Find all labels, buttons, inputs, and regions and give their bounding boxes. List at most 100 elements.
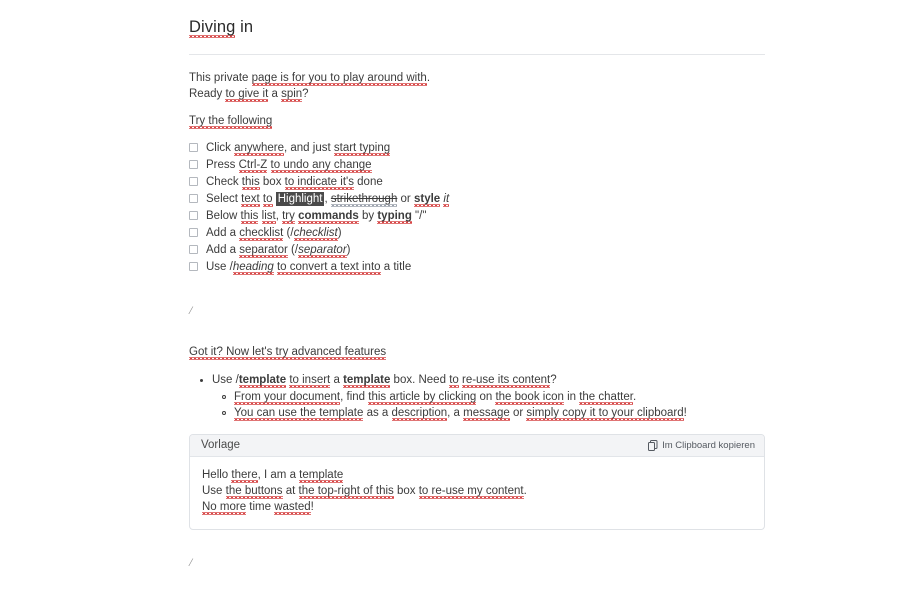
checklist-item: Select text to Highlight, strikethrough …: [189, 191, 765, 207]
checkbox-3[interactable]: [189, 194, 198, 204]
template-box-body[interactable]: Hello there, I am a template Use the but…: [190, 457, 764, 529]
tpl-l2-f: to re-use my content: [418, 484, 524, 497]
text-run-5: in: [563, 390, 580, 403]
text-run-4: a: [330, 374, 344, 387]
tpl-l2-g: .: [523, 484, 527, 497]
checklist-item-label: Click anywhere, and just start typing: [206, 140, 391, 156]
tpl-l1-b: there: [231, 468, 258, 481]
text-run-11: it: [443, 193, 450, 206]
text-run-5: Highlight: [275, 192, 325, 207]
text-run-8: by: [358, 210, 378, 223]
intro-text-underlined: page is for you to play around with: [251, 72, 427, 85]
list-item: You can use the template as a descriptio…: [189, 405, 765, 422]
list-item-label: Use /template to insert a template box. …: [212, 372, 557, 389]
slash-separator-2: /: [189, 554, 193, 569]
article-body: Diving in This private page is for you t…: [189, 0, 765, 591]
text-run-7: !: [683, 407, 687, 420]
text-run-1: heading: [232, 261, 274, 274]
text-run-2: (/: [283, 227, 294, 240]
text-run-1: text: [241, 193, 260, 206]
checkbox-5[interactable]: [189, 228, 198, 238]
text-run-6: box. Need: [390, 374, 450, 387]
text-run-10: "/": [411, 210, 427, 223]
text-run-6: simply copy it to your clipboard: [526, 407, 684, 420]
text-run-2: box: [259, 176, 285, 189]
tpl-l1-c: , I am a: [257, 468, 300, 481]
checkbox-7[interactable]: [189, 262, 198, 272]
tpl-l3-c: wasted: [274, 500, 311, 513]
page-title: Diving in: [189, 0, 765, 38]
text-run-1: , find: [340, 390, 369, 403]
page-title-rest: in: [235, 18, 254, 36]
list-item: Use /template to insert a template box. …: [189, 372, 765, 389]
checklist-item-label: Add a separator (/separator): [206, 242, 351, 258]
checkbox-4[interactable]: [189, 211, 198, 221]
checklist-item-label: Add a checklist (/checklist): [206, 225, 342, 241]
intro-line-2: Ready to give it a spin?: [189, 86, 765, 102]
text-run-9: style: [413, 193, 441, 206]
template-body-line-2: Use the buttons at the top-right of this…: [202, 483, 752, 499]
checkbox-1[interactable]: [189, 160, 198, 170]
checklist-item: Use /heading to convert a text into a ti…: [189, 259, 765, 275]
text-run-0: From your document: [234, 390, 341, 403]
text-run-5: try: [282, 210, 295, 223]
intro2-mid: a: [268, 88, 282, 101]
template-body-line-3: No more time wasted!: [202, 499, 752, 515]
text-run-7: strikethrough: [330, 193, 398, 206]
text-run-1: as a: [363, 407, 392, 420]
tpl-l1-d: template: [299, 468, 344, 481]
tpl-l2-e: box: [393, 484, 419, 497]
text-run-3: start typing: [333, 142, 391, 155]
text-run-3: checklist: [293, 227, 338, 240]
list-item-label: You can use the template as a descriptio…: [234, 405, 687, 422]
text-run-9: re-use its content: [461, 374, 551, 387]
checkbox-2[interactable]: [189, 177, 198, 187]
text-run-3: to insert: [289, 374, 331, 387]
text-run-3: to convert a text into: [276, 261, 381, 274]
checklist-item-label: Press Ctrl-Z to undo any change: [206, 157, 372, 173]
text-run-5: or: [509, 407, 527, 420]
text-run-0: Use /: [206, 261, 233, 274]
bullet-circle-icon: [222, 394, 226, 399]
page-title-main: Diving: [189, 18, 236, 36]
text-run-0: Check: [206, 176, 242, 189]
text-run-2: this article by clicking: [368, 390, 477, 403]
got-it-text: Got it? Now let's try advanced features: [189, 346, 387, 359]
text-run-3: separator: [298, 244, 347, 257]
text-run-0: Click: [206, 142, 235, 155]
try-following-heading: Try the following: [189, 113, 765, 129]
tpl-l3-d: !: [310, 500, 314, 513]
intro2-underlined-2: spin: [281, 88, 303, 101]
checklist-item: Add a separator (/separator): [189, 242, 765, 258]
checklist-item: Add a checklist (/checklist): [189, 225, 765, 241]
text-run-4: done: [353, 176, 383, 189]
list-item-label: From your document, find this article by…: [234, 389, 636, 406]
knowledge-article-page: Diving in This private page is for you t…: [0, 0, 920, 591]
checkbox-0[interactable]: [189, 143, 198, 153]
checkbox-6[interactable]: [189, 245, 198, 255]
text-run-1: Ctrl-Z: [238, 159, 268, 172]
task-checklist: Click anywhere, and just start typing Pre…: [189, 140, 765, 275]
bullet-disc-icon: [200, 379, 203, 383]
tpl-l2-d: the top-right of this: [298, 484, 394, 497]
checklist-item-label: Check this box to indicate it's done: [206, 174, 383, 190]
text-run-3: list: [261, 210, 276, 223]
checklist-item: Below this list, try commands by typing …: [189, 208, 765, 224]
checklist-item-label: Use /heading to convert a text into a ti…: [206, 259, 411, 275]
text-run-1: checklist: [239, 227, 284, 240]
tpl-l2-a: Use: [202, 484, 226, 497]
text-run-4: the book icon: [495, 390, 564, 403]
copy-to-clipboard-label: Im Clipboard kopieren: [662, 439, 755, 451]
text-run-4: ): [346, 244, 351, 257]
text-run-0: Press: [206, 159, 239, 172]
text-run-8: or: [397, 193, 414, 206]
text-run-0: You can use the template: [234, 407, 364, 420]
copy-to-clipboard-button[interactable]: Im Clipboard kopieren: [648, 439, 755, 451]
text-run-4: message: [463, 407, 510, 420]
tpl-l3-b: time: [246, 500, 275, 513]
text-run-2: , and just: [284, 142, 334, 155]
list-item: From your document, find this article by…: [189, 389, 765, 406]
template-box-header: Vorlage Im Clipboard kopieren: [190, 434, 764, 457]
tpl-l2-c: at: [282, 484, 299, 497]
text-run-1: template: [238, 374, 287, 387]
